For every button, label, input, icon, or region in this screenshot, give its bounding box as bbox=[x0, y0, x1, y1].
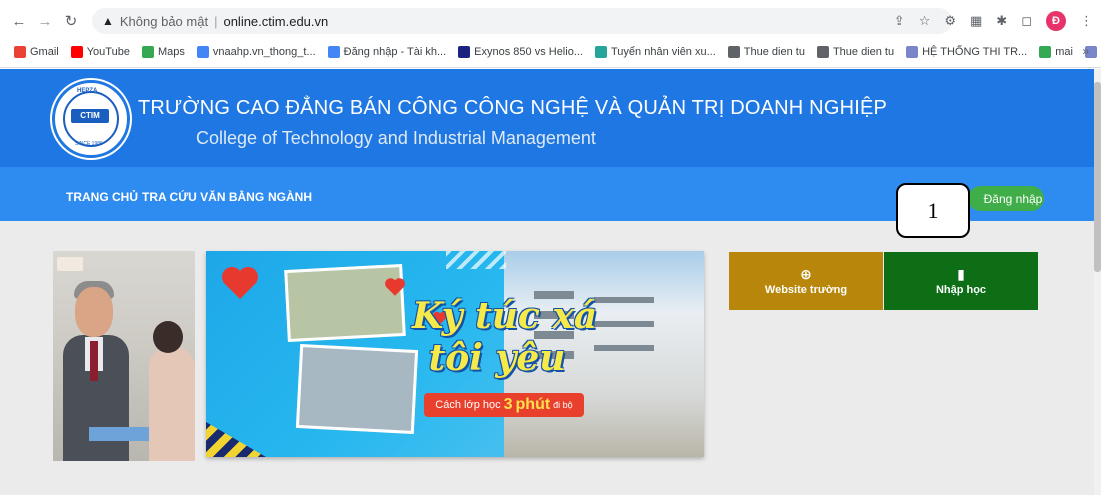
clipboard-icon: ▮ bbox=[957, 265, 965, 282]
sidepanel-icon[interactable]: ◻ bbox=[1021, 13, 1032, 29]
heart-small-icon bbox=[385, 278, 405, 296]
principal-photo[interactable] bbox=[53, 251, 195, 461]
banner-photo-outdoor bbox=[284, 263, 406, 343]
annotation-number: 1 bbox=[927, 197, 939, 223]
security-label: Không bảo mật bbox=[119, 13, 209, 29]
bookmark-favicon-icon bbox=[196, 46, 209, 58]
bookmark-item[interactable]: Gmail bbox=[14, 46, 59, 58]
photo-background-head bbox=[153, 321, 183, 353]
photo-podium bbox=[89, 427, 149, 441]
bookmark-label: Maps bbox=[157, 46, 185, 58]
bookmark-favicon-icon bbox=[327, 46, 340, 58]
bookmark-item[interactable]: Tuyển nhân viên xu... bbox=[595, 46, 716, 58]
bookmark-favicon-icon bbox=[816, 46, 829, 58]
bookmark-item[interactable]: YouTube bbox=[70, 46, 130, 58]
bookmark-label: vnaahp.vn_thong_t... bbox=[212, 46, 316, 58]
login-button[interactable]: Đăng nhập bbox=[968, 186, 1044, 211]
browser-chrome: ← → ↻ ▲ Không bảo mật | online.ctim.edu.… bbox=[0, 0, 1101, 68]
school-title-vn: TRƯỜNG CAO ĐẲNG BÁN CÔNG CÔNG NGHỆ VÀ QU… bbox=[138, 97, 888, 119]
bookmark-item[interactable]: Đăng nhập - Tài kh... bbox=[327, 46, 447, 58]
banner-title-line2: tôi yêu bbox=[428, 337, 566, 379]
nav-majors[interactable]: NGÀNH bbox=[268, 190, 312, 204]
tag-unit: phút bbox=[515, 396, 551, 413]
tag-number: 3 bbox=[503, 396, 513, 413]
scrollbar-thumb[interactable] bbox=[1094, 82, 1101, 272]
bookmark-label: Gmail bbox=[30, 46, 59, 58]
logo-since-text: SINCE 1986 bbox=[75, 141, 103, 147]
tag-prefix: Cách lớp học bbox=[435, 399, 501, 411]
dormitory-banner[interactable]: Ký túc xá tôi yêu Cách lớp học 3 phút đi… bbox=[206, 251, 704, 457]
browser-actions: ⇪ ☆ ⚙ ▦ ✱ ◻ Đ ⋮ bbox=[894, 9, 1093, 33]
translate-icon[interactable]: ▦ bbox=[970, 13, 982, 29]
menu-icon[interactable]: ⋮ bbox=[1080, 13, 1093, 29]
nav-home[interactable]: TRANG CHỦ bbox=[66, 190, 138, 204]
school-logo[interactable]: HEPZA CTIM SINCE 1986 bbox=[52, 80, 130, 158]
bookmark-favicon-icon bbox=[141, 46, 154, 58]
bookmark-label: Thue dien tu bbox=[743, 46, 805, 58]
tag-suffix: đi bộ bbox=[553, 400, 573, 410]
bookmark-item[interactable]: Thue dien tu bbox=[727, 46, 805, 58]
profile-avatar[interactable]: Đ bbox=[1046, 11, 1066, 31]
reload-icon[interactable]: ↻ bbox=[60, 10, 82, 32]
banner-stripes-top bbox=[446, 251, 506, 269]
banner-title: Ký túc xá tôi yêu bbox=[412, 295, 598, 379]
enrollment-tile[interactable]: ▮ Nhập học bbox=[884, 252, 1038, 310]
bookmark-item[interactable]: mai bbox=[1039, 46, 1073, 58]
browser-toolbar: ← → ↻ ▲ Không bảo mật | online.ctim.edu.… bbox=[0, 6, 1101, 36]
enrollment-tile-label: Nhập học bbox=[935, 283, 987, 296]
bookmark-label: Thue dien tu bbox=[832, 46, 895, 58]
url-separator: | bbox=[214, 13, 218, 29]
banner-tagline: Cách lớp học 3 phút đi bộ bbox=[424, 393, 584, 417]
photo-tie bbox=[90, 341, 98, 381]
banner-photo-room bbox=[295, 343, 419, 435]
puzzle-icon[interactable]: ✱ bbox=[996, 13, 1007, 29]
photo-background-person bbox=[149, 347, 195, 461]
logo-text: CTIM bbox=[71, 109, 109, 123]
bookmark-item[interactable]: vnaahp.vn_thong_t... bbox=[196, 46, 316, 58]
school-title-en: College of Technology and Industrial Man… bbox=[196, 128, 596, 148]
banner-stripes-bottom bbox=[206, 422, 266, 457]
bookmark-label: YouTube bbox=[86, 46, 130, 58]
site-header: HEPZA CTIM SINCE 1986 TRƯỜNG CAO ĐẲNG BÁ… bbox=[0, 69, 1094, 167]
forward-icon[interactable]: → bbox=[34, 10, 56, 32]
photo-sign bbox=[57, 257, 83, 271]
web-page: HEPZA CTIM SINCE 1986 TRƯỜNG CAO ĐẲNG BÁ… bbox=[0, 69, 1094, 495]
globe-icon: ⊕ bbox=[800, 265, 812, 282]
back-icon[interactable]: ← bbox=[8, 10, 30, 32]
star-icon[interactable]: ☆ bbox=[919, 13, 931, 29]
bookmarks-more-icon[interactable]: » bbox=[1082, 44, 1089, 58]
photo-head bbox=[75, 287, 113, 337]
bookmark-favicon-icon bbox=[14, 46, 26, 58]
bookmark-item[interactable]: HỆ THỐNG THI TR... bbox=[906, 46, 1027, 58]
banner-title-line1: Ký túc xá bbox=[412, 295, 598, 337]
bookmark-item[interactable]: Maps bbox=[141, 46, 185, 58]
bookmark-favicon-icon bbox=[906, 46, 919, 58]
bookmark-item[interactable]: Exynos 850 vs Helio... bbox=[458, 46, 583, 58]
nav-degree-lookup[interactable]: TRA CỨU VĂN BẰNG bbox=[142, 190, 264, 204]
bookmark-favicon-icon bbox=[70, 46, 83, 58]
bookmark-item[interactable]: Thue dien tu bbox=[816, 46, 895, 58]
extension-icon[interactable]: ⚙ bbox=[944, 13, 956, 29]
bookmark-favicon-icon bbox=[727, 46, 740, 58]
heart-icon bbox=[222, 267, 258, 299]
annotation-callout: 1 bbox=[896, 183, 970, 238]
url-text: online.ctim.edu.vn bbox=[223, 13, 329, 29]
website-tile-label: Website trường bbox=[764, 283, 848, 296]
bookmarks-bar: Gmail YouTube Maps vnaahp.vn_thong_t... Đăng… bbox=[0, 40, 1101, 64]
address-bar[interactable]: ▲ Không bảo mật | online.ctim.edu.vn bbox=[92, 8, 952, 34]
bookmark-favicon-icon bbox=[458, 46, 471, 58]
bookmark-favicon-icon bbox=[1039, 46, 1052, 58]
website-tile[interactable]: ⊕ Website trường bbox=[729, 252, 883, 310]
bookmark-label: Đăng nhập - Tài kh... bbox=[343, 46, 447, 58]
bookmark-label: Exynos 850 vs Helio... bbox=[474, 46, 583, 58]
bookmark-label: mai bbox=[1055, 46, 1073, 58]
share-icon[interactable]: ⇪ bbox=[894, 13, 905, 29]
bookmark-favicon-icon bbox=[595, 46, 607, 58]
bookmark-label: HỆ THỐNG THI TR... bbox=[922, 46, 1028, 58]
warning-icon: ▲ bbox=[102, 14, 114, 28]
bookmark-label: Tuyển nhân viên xu... bbox=[611, 46, 716, 58]
